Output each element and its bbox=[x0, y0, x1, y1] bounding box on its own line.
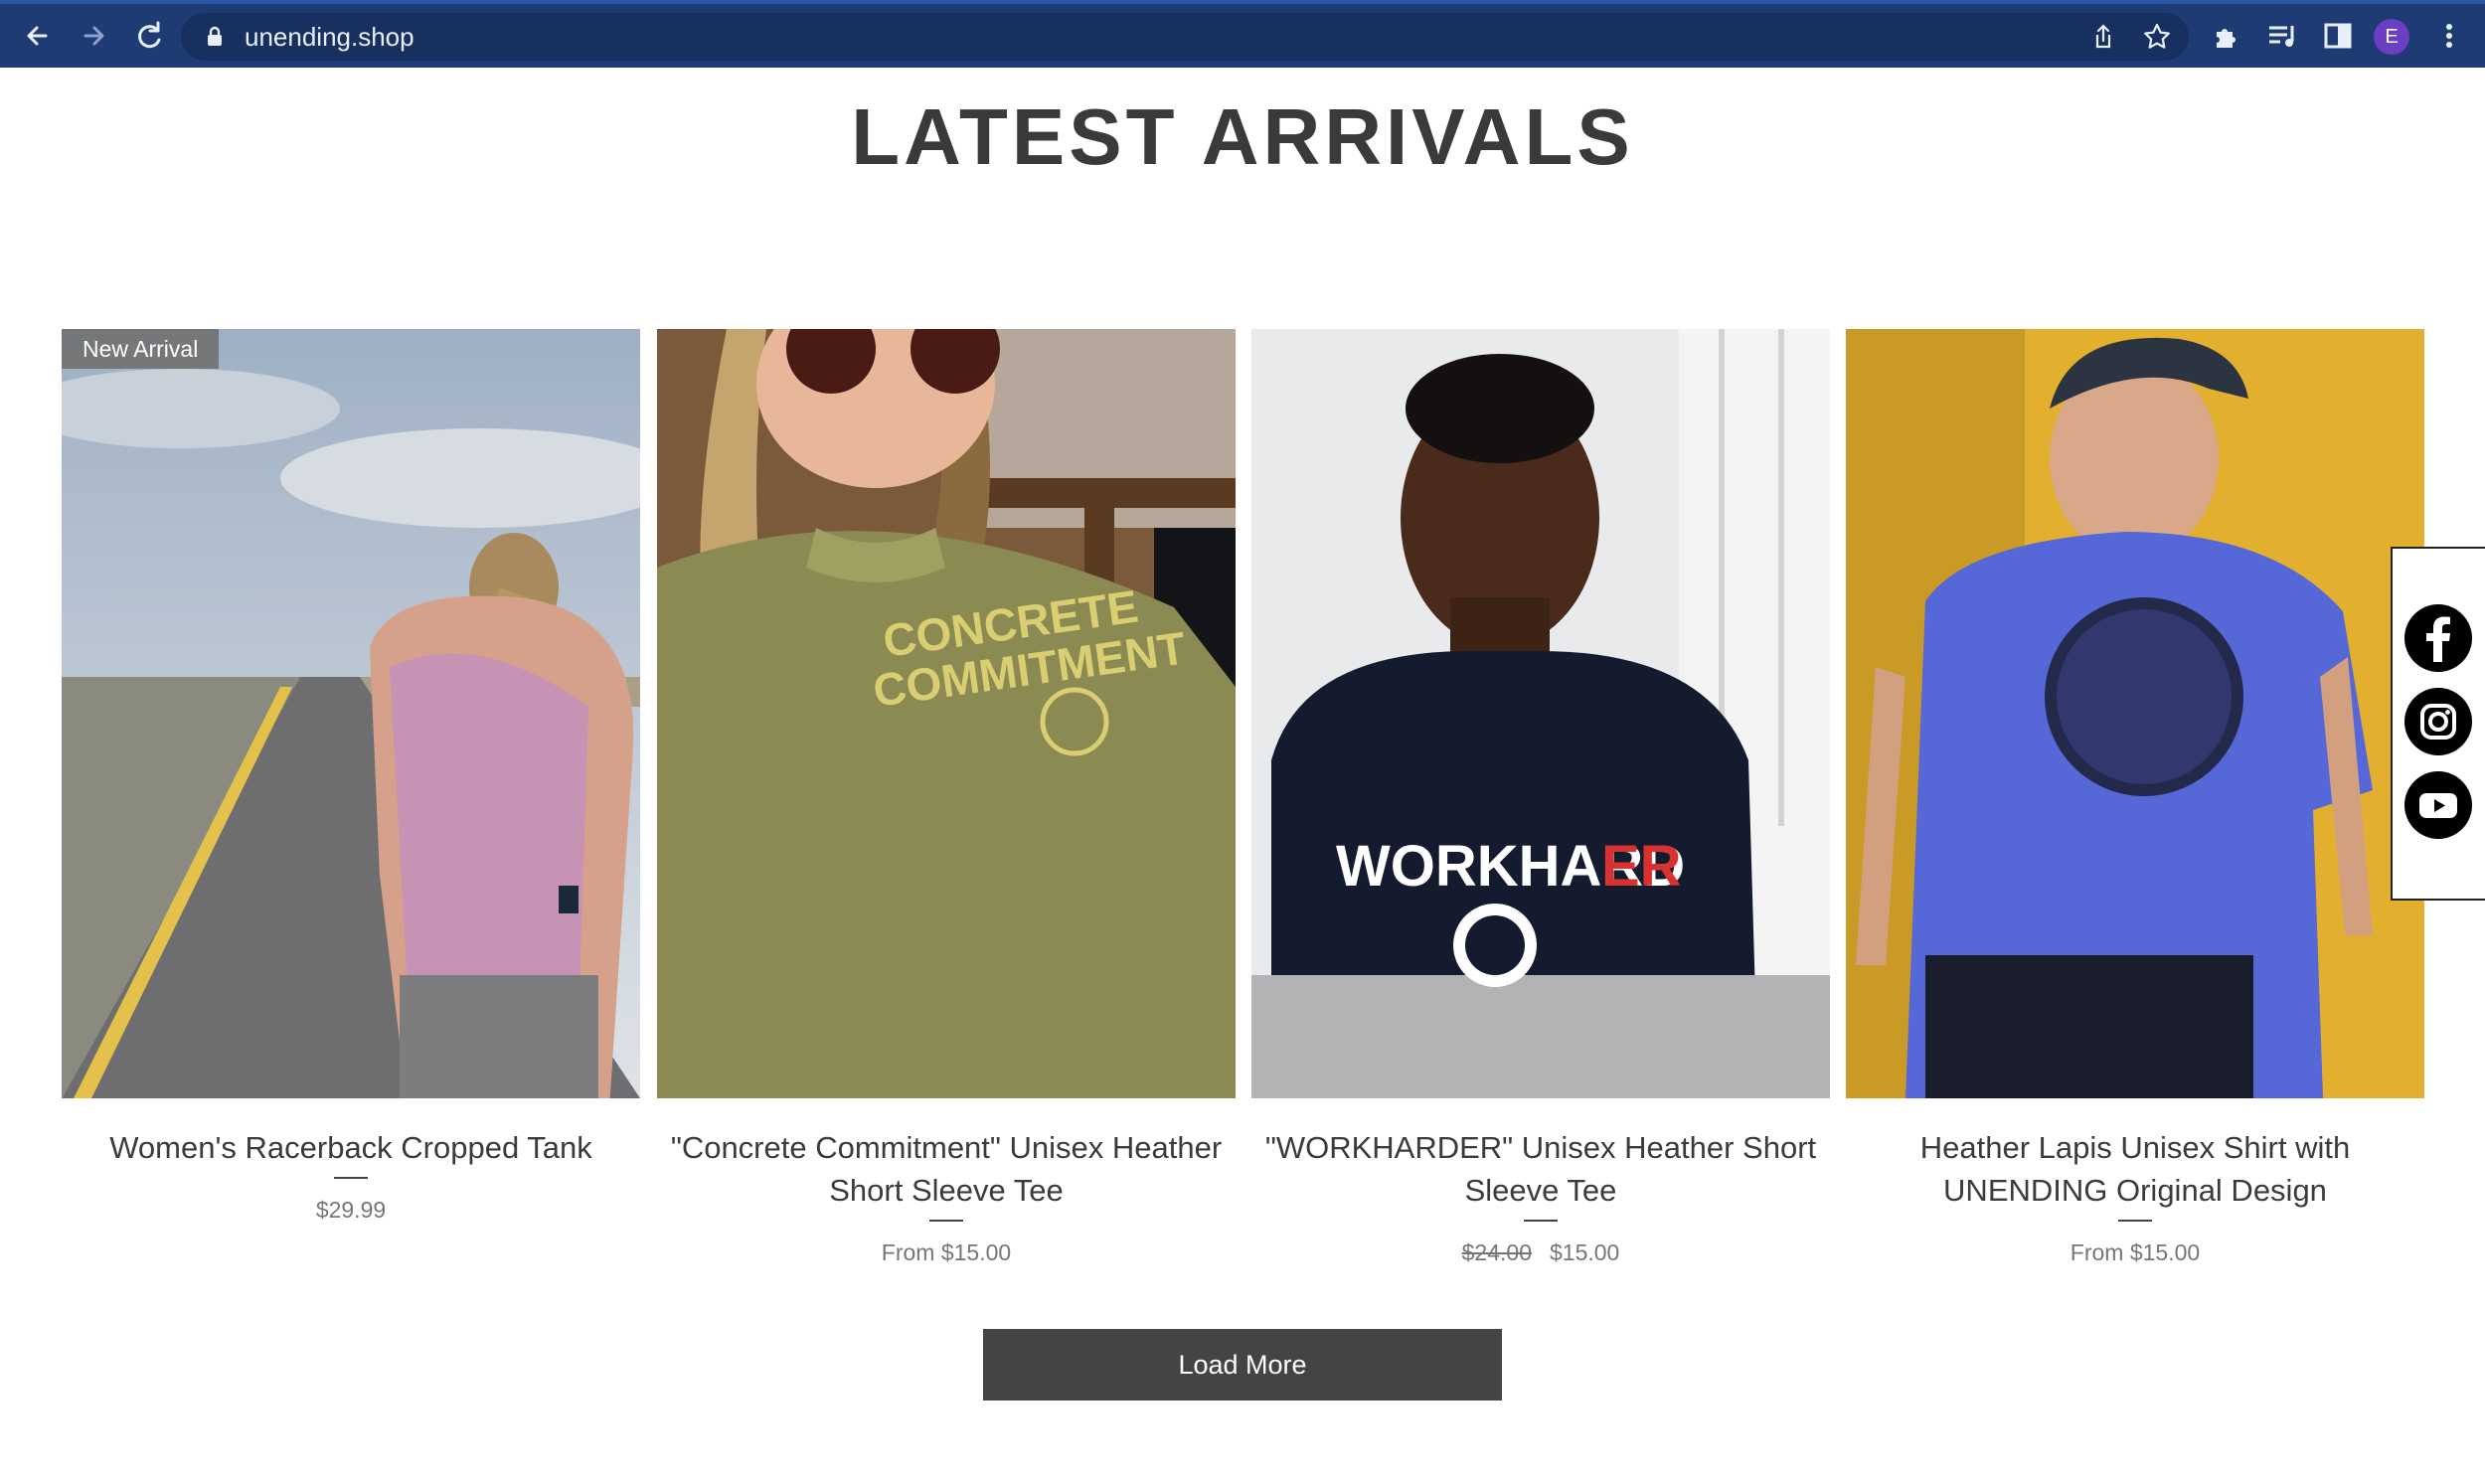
print-text-accent: ER bbox=[1601, 834, 1682, 899]
product-price: From $15.00 bbox=[2070, 1239, 2201, 1265]
browser-toolbar: unending.shop E bbox=[0, 0, 2485, 68]
product-image[interactable]: New Arrival bbox=[62, 329, 640, 1098]
divider bbox=[2118, 1220, 2152, 1222]
social-bar bbox=[2391, 547, 2485, 901]
load-more-button[interactable]: Load More bbox=[983, 1329, 1502, 1401]
product-price: $24.00 $15.00 bbox=[1251, 1239, 1830, 1266]
product-card[interactable]: New Arrival Women's Racerback Cropped Ta… bbox=[62, 329, 640, 1224]
product-name[interactable]: Women's Racerback Cropped Tank bbox=[62, 1126, 640, 1169]
product-image[interactable]: WORKHARD ER bbox=[1251, 329, 1830, 1098]
back-icon[interactable] bbox=[16, 14, 60, 58]
star-icon[interactable] bbox=[2141, 21, 2173, 53]
kebab-menu-icon[interactable] bbox=[2431, 18, 2467, 54]
reload-icon[interactable] bbox=[127, 14, 171, 58]
sale-price: $15.00 bbox=[1550, 1239, 1620, 1265]
product-card[interactable]: Heather Lapis Unisex Shirt with UNENDING… bbox=[1846, 329, 2424, 1266]
youtube-icon[interactable] bbox=[2404, 771, 2472, 839]
address-bar[interactable]: unending.shop bbox=[181, 13, 2189, 61]
product-card[interactable]: CONCRETE COMMITMENT "Concrete Commitment… bbox=[657, 329, 1236, 1266]
original-price: $24.00 bbox=[1461, 1239, 1532, 1265]
instagram-icon[interactable] bbox=[2404, 688, 2472, 755]
lock-icon[interactable] bbox=[203, 25, 227, 49]
product-name[interactable]: "Concrete Commitment" Unisex Heather Sho… bbox=[657, 1126, 1236, 1212]
product-price: From $15.00 bbox=[881, 1239, 1012, 1265]
extensions-icon[interactable] bbox=[2209, 18, 2244, 54]
divider bbox=[334, 1177, 368, 1179]
product-name[interactable]: "WORKHARDER" Unisex Heather Short Sleeve… bbox=[1251, 1126, 1830, 1212]
side-panel-icon[interactable] bbox=[2320, 18, 2356, 54]
product-card[interactable]: WORKHARD ER "WORKHARDER" Unisex Heather … bbox=[1251, 329, 1830, 1266]
profile-avatar[interactable]: E bbox=[2374, 19, 2409, 55]
facebook-icon[interactable] bbox=[2404, 604, 2472, 672]
divider bbox=[929, 1220, 963, 1222]
forward-icon[interactable] bbox=[72, 14, 115, 58]
share-icon[interactable] bbox=[2087, 21, 2119, 53]
url-text[interactable]: unending.shop bbox=[245, 22, 414, 53]
product-image[interactable]: CONCRETE COMMITMENT bbox=[657, 329, 1236, 1098]
page-title: LATEST ARRIVALS bbox=[851, 92, 1634, 181]
media-icon[interactable] bbox=[2264, 18, 2300, 54]
new-arrival-badge: New Arrival bbox=[62, 329, 220, 369]
product-image[interactable] bbox=[1846, 329, 2424, 1098]
product-name[interactable]: Heather Lapis Unisex Shirt with UNENDING… bbox=[1846, 1126, 2424, 1212]
divider bbox=[1524, 1220, 1558, 1222]
product-price: $29.99 bbox=[315, 1197, 387, 1223]
